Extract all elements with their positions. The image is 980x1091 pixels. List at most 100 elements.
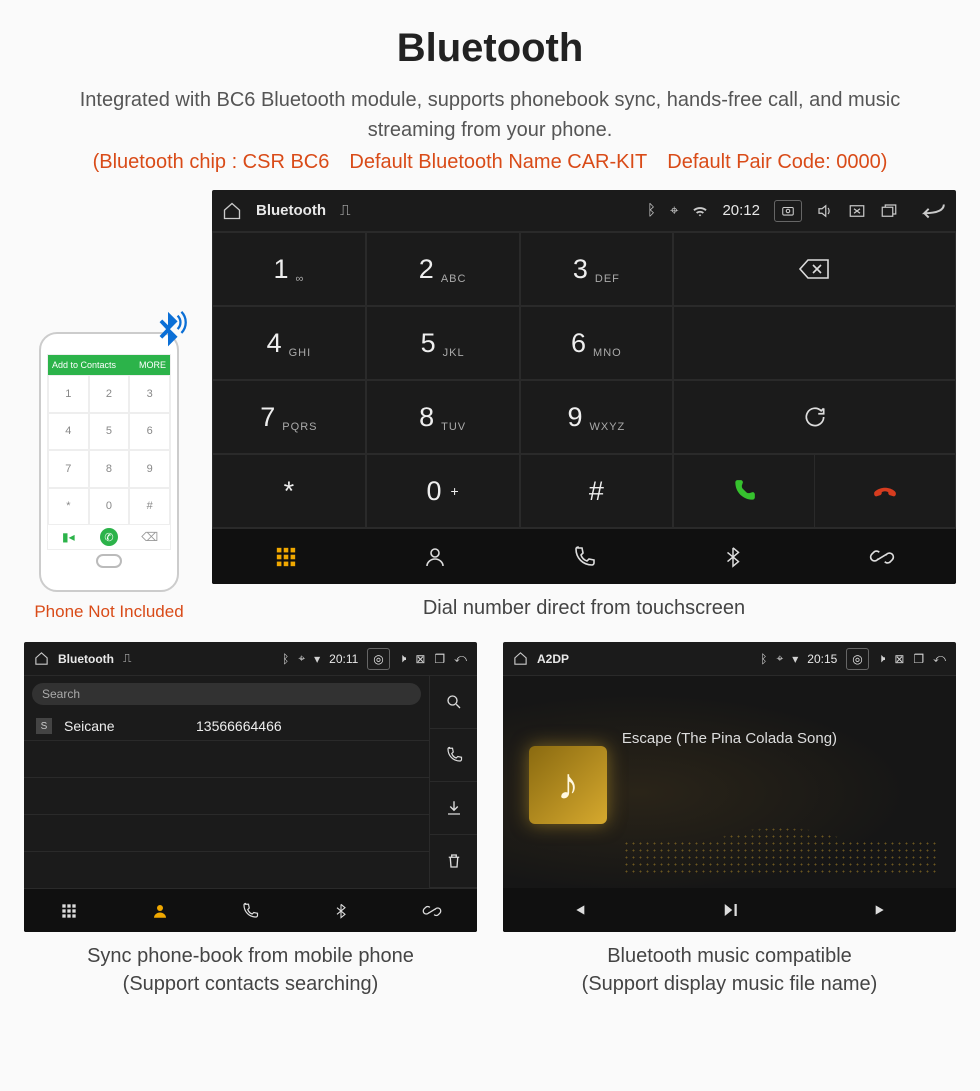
redial-button[interactable] bbox=[674, 381, 955, 453]
screenshot-icon[interactable]: ◎ bbox=[846, 648, 868, 670]
home-icon[interactable] bbox=[222, 201, 242, 221]
music-controls bbox=[503, 888, 956, 932]
key-0[interactable]: 0+ bbox=[366, 454, 520, 528]
phone-video-icon: ▮◂ bbox=[48, 525, 89, 549]
back-icon[interactable]: ⤺ bbox=[933, 651, 946, 666]
side-search-icon[interactable] bbox=[429, 676, 477, 729]
contact-number: 13566664466 bbox=[196, 718, 282, 734]
contacts-caption: Sync phone-book from mobile phone(Suppor… bbox=[24, 942, 477, 998]
phone-mockup: Add to Contacts MORE 123 456 789 *0# ▮◂ … bbox=[39, 332, 179, 592]
back-icon[interactable] bbox=[920, 202, 946, 220]
dialer-tabbar bbox=[212, 528, 956, 584]
prev-track-button[interactable] bbox=[503, 888, 654, 932]
bluetooth-signal-icon bbox=[145, 308, 191, 354]
phone-bar-more: MORE bbox=[139, 360, 166, 370]
hangup-button[interactable] bbox=[814, 455, 955, 527]
backspace-button[interactable] bbox=[674, 233, 955, 305]
contact-letter-badge: S bbox=[36, 718, 52, 734]
phone-call-icon: ✆ bbox=[89, 525, 130, 549]
home-icon[interactable] bbox=[34, 651, 49, 666]
close-screen-icon[interactable] bbox=[848, 202, 866, 220]
usb-icon: ⎍ bbox=[340, 202, 351, 219]
phone-caption: Phone Not Included bbox=[34, 602, 183, 622]
key-5[interactable]: 5JKL bbox=[366, 306, 520, 380]
call-button[interactable] bbox=[674, 455, 814, 527]
music-caption: Bluetooth music compatible(Support displ… bbox=[503, 942, 956, 998]
tab-recent[interactable] bbox=[510, 529, 659, 584]
clock-text: 20:11 bbox=[329, 652, 358, 666]
dialer-screen: Bluetooth ⎍ ᛒ ⌖ 20:12 1∞ 2ABC 3DEF 4GHI bbox=[212, 190, 956, 584]
phone-bar-label: Add to Contacts bbox=[52, 360, 116, 370]
wifi-icon: ▾ bbox=[314, 652, 320, 666]
close-screen-icon[interactable]: ⊠ bbox=[415, 652, 425, 666]
contact-row[interactable]: S Seicane 13566664466 bbox=[24, 712, 429, 741]
tab-recent[interactable] bbox=[205, 889, 296, 932]
volume-icon[interactable] bbox=[816, 202, 834, 220]
clock-text: 20:15 bbox=[807, 652, 837, 666]
recent-apps-icon[interactable]: ❐ bbox=[913, 652, 924, 666]
tab-contacts[interactable] bbox=[115, 889, 206, 932]
now-playing-title: Escape (The Pina Colada Song) bbox=[622, 730, 837, 747]
dialer-status-bar: Bluetooth ⎍ ᛒ ⌖ 20:12 bbox=[212, 190, 956, 232]
contacts-screen: Bluetooth ⎍ ᛒ ⌖ ▾ 20:11 ◎ 🕨 ⊠ ❐ ⤺ Search… bbox=[24, 642, 477, 932]
tab-pair[interactable] bbox=[386, 889, 477, 932]
contacts-tabbar bbox=[24, 888, 477, 932]
contacts-search-input[interactable]: Search bbox=[32, 683, 421, 705]
album-art-icon: ♪ bbox=[529, 746, 607, 824]
tab-bluetooth[interactable] bbox=[658, 529, 807, 584]
phone-keypad: 123 456 789 *0# bbox=[48, 375, 170, 525]
dialer-caption: Dial number direct from touchscreen bbox=[212, 594, 956, 622]
key-star[interactable]: * bbox=[212, 454, 366, 528]
clock-text: 20:12 bbox=[722, 202, 760, 219]
key-6[interactable]: 6MNO bbox=[520, 306, 674, 380]
location-icon: ⌖ bbox=[670, 202, 678, 219]
key-4[interactable]: 4GHI bbox=[212, 306, 366, 380]
dialer-keypad: 1∞ 2ABC 3DEF 4GHI 5JKL 6MNO 7PQRS 8TUV 9… bbox=[212, 232, 673, 528]
wifi-icon: ▾ bbox=[792, 652, 798, 666]
recent-apps-icon[interactable]: ❐ bbox=[434, 652, 445, 666]
tab-bluetooth[interactable] bbox=[296, 889, 387, 932]
key-7[interactable]: 7PQRS bbox=[212, 380, 366, 454]
volume-icon[interactable]: 🕨 bbox=[399, 651, 407, 666]
bluetooth-icon: ᛒ bbox=[282, 652, 289, 666]
tab-contacts[interactable] bbox=[361, 529, 510, 584]
close-screen-icon[interactable]: ⊠ bbox=[894, 652, 904, 666]
tab-pair[interactable] bbox=[807, 529, 956, 584]
music-screen-title: A2DP bbox=[537, 652, 569, 666]
key-3[interactable]: 3DEF bbox=[520, 232, 674, 306]
dialer-screen-title: Bluetooth bbox=[256, 202, 326, 219]
contacts-screen-title: Bluetooth bbox=[58, 652, 114, 666]
music-status-bar: A2DP ᛒ ⌖ ▾ 20:15 ◎ 🕨 ⊠ ❐ ⤺ bbox=[503, 642, 956, 676]
location-icon: ⌖ bbox=[776, 651, 783, 666]
key-9[interactable]: 9WXYZ bbox=[520, 380, 674, 454]
page-title: Bluetooth bbox=[0, 0, 980, 85]
music-screen: A2DP ᛒ ⌖ ▾ 20:15 ◎ 🕨 ⊠ ❐ ⤺ Escape (The P… bbox=[503, 642, 956, 932]
page-subtitle: Integrated with BC6 Bluetooth module, su… bbox=[0, 85, 980, 151]
volume-icon[interactable]: 🕨 bbox=[878, 651, 886, 666]
page-spec-note: (Bluetooth chip : CSR BC6 Default Blueto… bbox=[0, 151, 980, 190]
contacts-status-bar: Bluetooth ⎍ ᛒ ⌖ ▾ 20:11 ◎ 🕨 ⊠ ❐ ⤺ bbox=[24, 642, 477, 676]
key-2[interactable]: 2ABC bbox=[366, 232, 520, 306]
phone-home-button bbox=[96, 554, 122, 568]
bluetooth-icon: ᛒ bbox=[647, 202, 656, 219]
side-download-icon[interactable] bbox=[429, 782, 477, 835]
tab-keypad[interactable] bbox=[212, 529, 361, 584]
tab-keypad[interactable] bbox=[24, 889, 115, 932]
play-pause-button[interactable] bbox=[654, 888, 805, 932]
key-1[interactable]: 1∞ bbox=[212, 232, 366, 306]
screenshot-icon[interactable]: ◎ bbox=[367, 648, 389, 670]
usb-icon: ⎍ bbox=[123, 651, 131, 666]
side-delete-icon[interactable] bbox=[429, 835, 477, 888]
contact-name: Seicane bbox=[64, 718, 184, 734]
home-icon[interactable] bbox=[513, 651, 528, 666]
side-call-icon[interactable] bbox=[429, 729, 477, 782]
visualizer bbox=[623, 784, 936, 874]
location-icon: ⌖ bbox=[298, 651, 305, 666]
wifi-icon bbox=[692, 203, 708, 219]
key-hash[interactable]: # bbox=[520, 454, 674, 528]
recent-apps-icon[interactable] bbox=[880, 202, 898, 220]
back-icon[interactable]: ⤺ bbox=[454, 651, 467, 666]
next-track-button[interactable] bbox=[805, 888, 956, 932]
key-8[interactable]: 8TUV bbox=[366, 380, 520, 454]
screenshot-icon[interactable] bbox=[774, 200, 802, 222]
